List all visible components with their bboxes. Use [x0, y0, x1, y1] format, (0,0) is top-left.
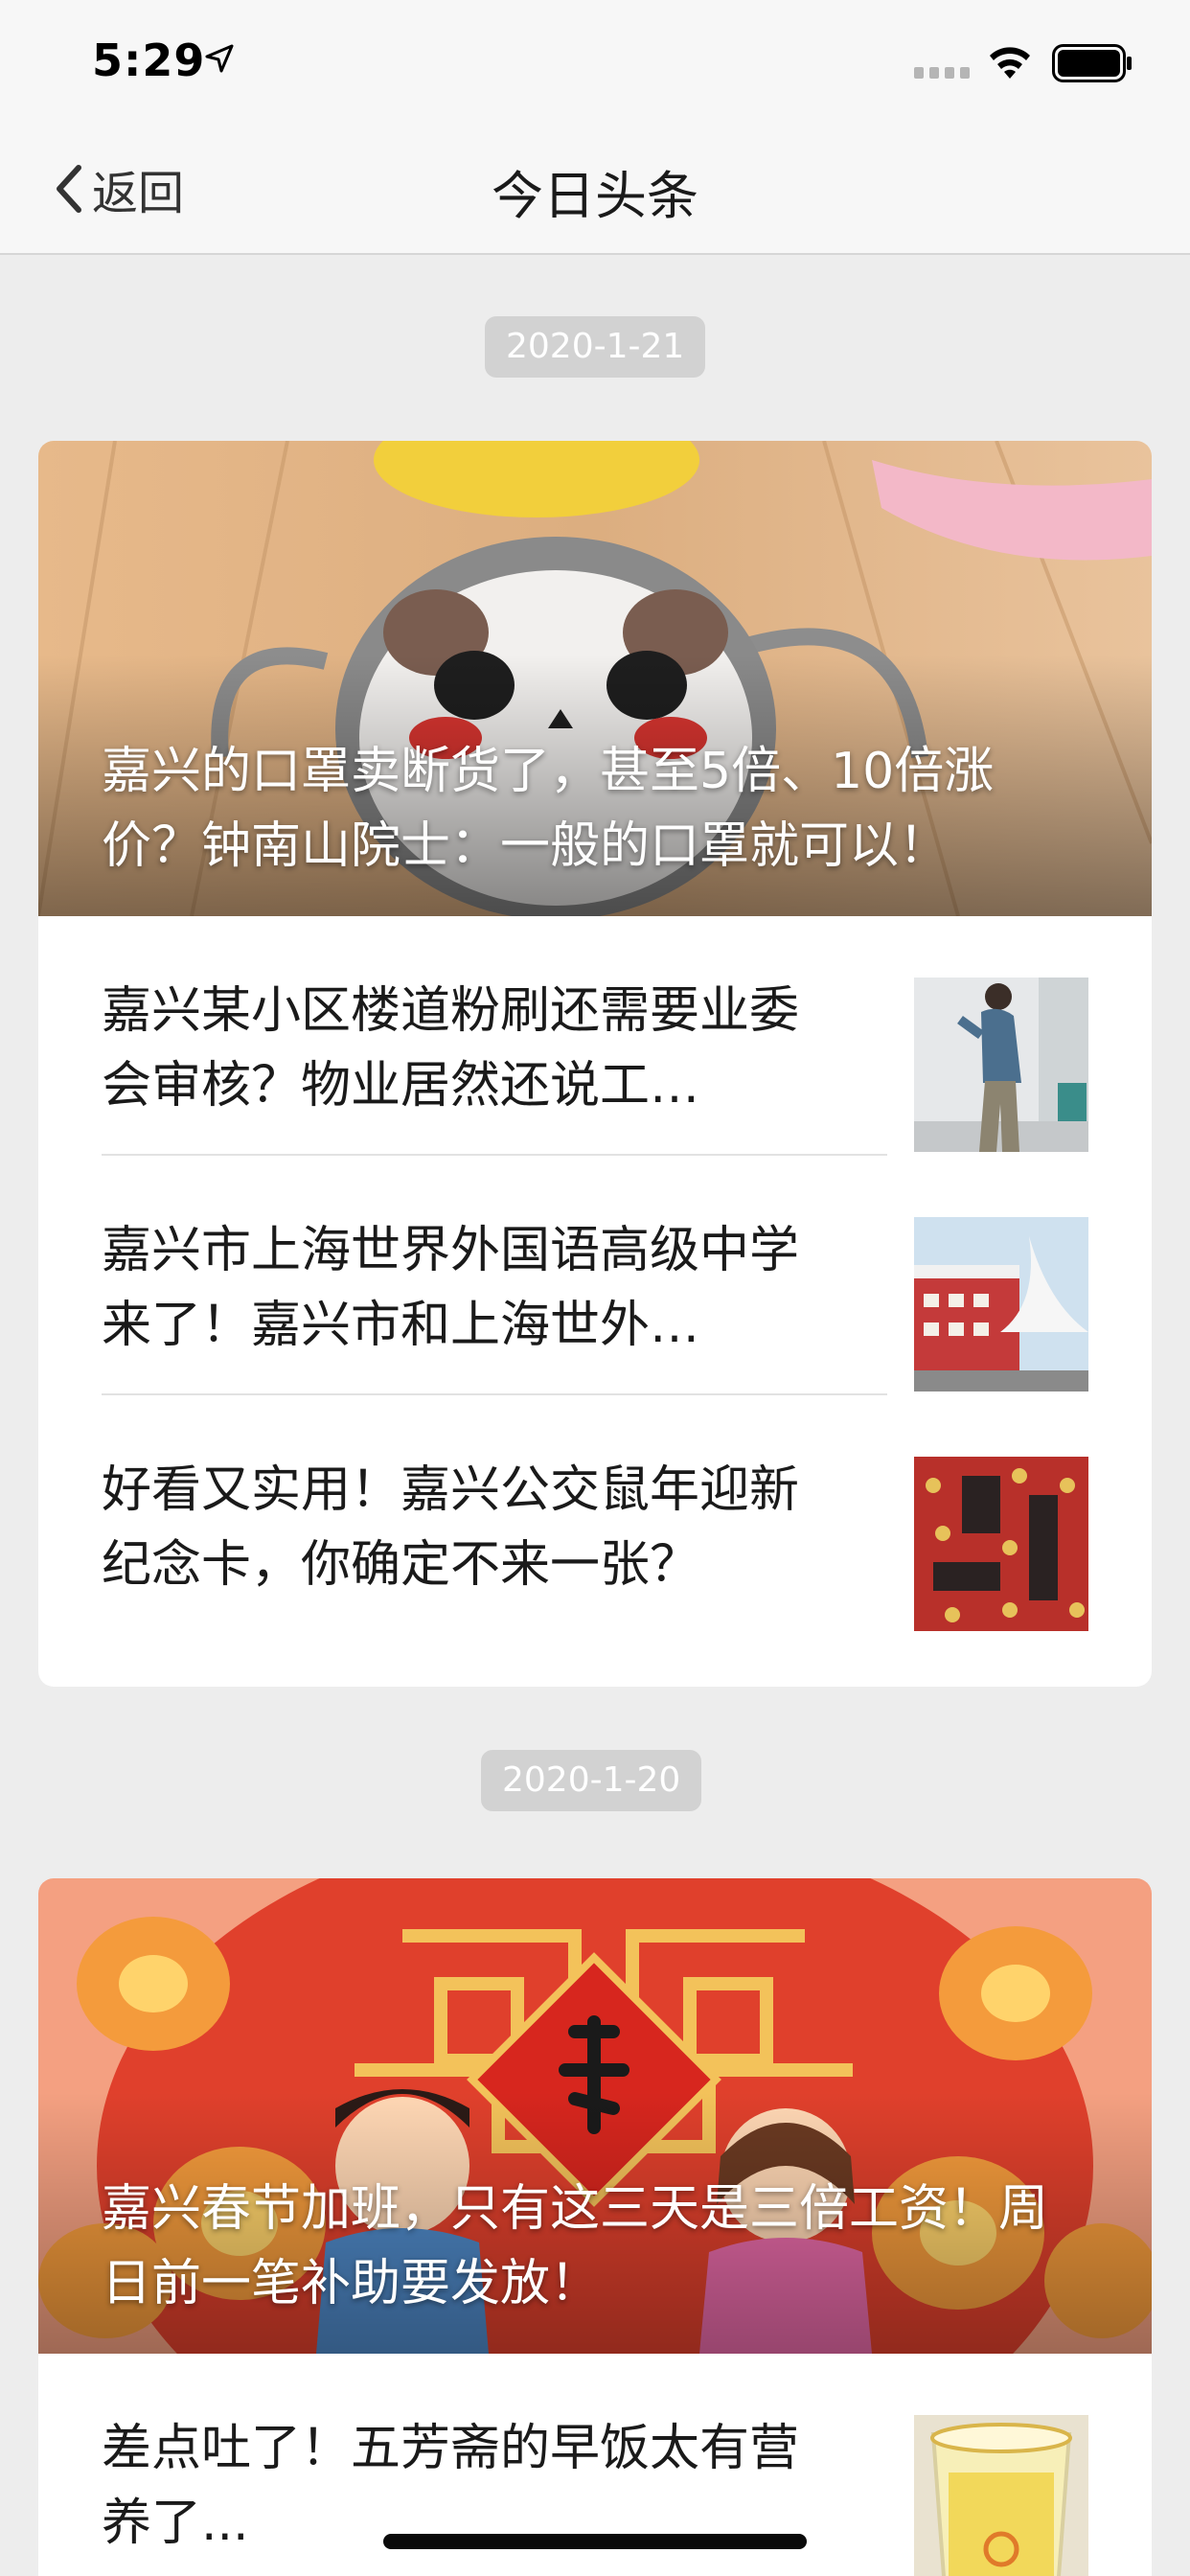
list-item[interactable]: 好看又实用！嘉兴公交鼠年迎新纪念卡，你确定不来一张？: [38, 1395, 1152, 1635]
navigation-bar: 返回 今日头条: [0, 126, 1190, 255]
location-arrow-icon: [205, 44, 234, 73]
hero-caption: 嘉兴的口罩卖断货了，甚至5倍、10倍涨价？钟南山院士：一般的口罩就可以！: [102, 743, 995, 875]
thumbnail-image: [914, 1217, 1088, 1392]
thumbnail-image: [914, 1457, 1088, 1631]
status-bar: 5:29: [0, 0, 1190, 126]
news-title: 嘉兴市上海世界外国语高级中学来了！嘉兴市和上海世外…: [102, 1222, 800, 1354]
date-label: 2020-1-21: [485, 316, 706, 378]
thumbnail-image: [914, 978, 1088, 1152]
news-card: 嘉兴春节加班，只有这三天是三倍工资！周日前一笔补助要发放！ 差点吐了！五芳斋的早…: [38, 1878, 1152, 2576]
cellular-signal-icon: [914, 67, 970, 79]
thumbnail-image: [914, 2415, 1088, 2576]
hero-article[interactable]: 嘉兴春节加班，只有这三天是三倍工资！周日前一笔补助要发放！: [38, 1878, 1152, 2354]
news-title: 嘉兴某小区楼道粉刷还需要业委会审核？物业居然还说工…: [102, 982, 800, 1115]
status-time: 5:29: [92, 34, 206, 86]
page-title: 今日头条: [492, 166, 698, 226]
screen: 5:29 返回 今日头条 2020-1-21 嘉兴的口罩卖断货了，甚至5倍、10…: [0, 0, 1190, 2576]
home-indicator[interactable]: [383, 2534, 807, 2549]
list-item[interactable]: 嘉兴某小区楼道粉刷还需要业委会审核？物业居然还说工…: [38, 916, 1152, 1156]
wifi-icon: [990, 47, 1030, 79]
list-item[interactable]: 嘉兴市上海世界外国语高级中学来了！嘉兴市和上海世外…: [38, 1156, 1152, 1395]
battery-icon: [1052, 44, 1132, 82]
hero-caption: 嘉兴春节加班，只有这三天是三倍工资！周日前一笔补助要发放！: [102, 2180, 1049, 2312]
news-title: 好看又实用！嘉兴公交鼠年迎新纪念卡，你确定不来一张？: [102, 1461, 800, 1594]
news-card: 嘉兴的口罩卖断货了，甚至5倍、10倍涨价？钟南山院士：一般的口罩就可以！ 嘉兴某…: [38, 441, 1152, 1687]
date-label: 2020-1-20: [481, 1750, 702, 1811]
hero-article[interactable]: 嘉兴的口罩卖断货了，甚至5倍、10倍涨价？钟南山院士：一般的口罩就可以！: [38, 441, 1152, 916]
